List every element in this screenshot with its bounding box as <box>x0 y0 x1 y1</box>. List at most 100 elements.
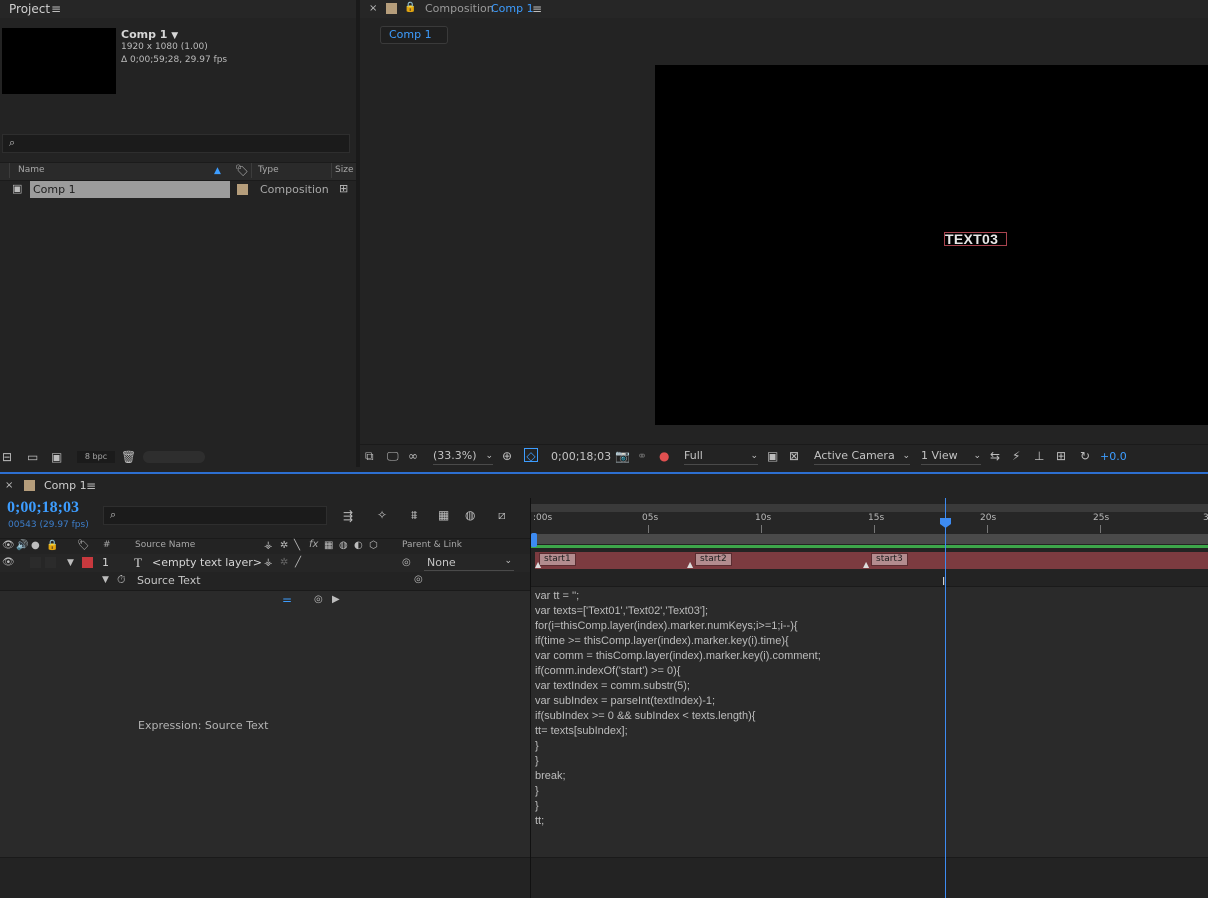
zoom-dropdown[interactable]: (33.3%) ⌄ <box>433 448 493 465</box>
motion-blur-column-icon[interactable]: ◍ <box>339 539 348 553</box>
fast-previews-icon[interactable]: ⚡ <box>1012 449 1020 463</box>
quality-icon[interactable]: ╱ <box>295 556 301 570</box>
solo-toggle[interactable] <box>45 557 56 568</box>
exposure-value[interactable]: +0.0 <box>1100 450 1127 463</box>
chevron-down-icon[interactable]: ▼ <box>102 573 109 587</box>
reset-exposure-icon[interactable]: ↻ <box>1080 449 1090 463</box>
motion-blur-icon[interactable]: ◍ <box>465 508 475 522</box>
resolution-dropdown[interactable]: Full ⌄ <box>684 448 758 465</box>
layer-name[interactable]: <empty text layer> <box>152 556 262 569</box>
project-panel-title[interactable]: Project <box>9 2 50 16</box>
flowchart-icon[interactable]: ⊞ <box>339 182 348 196</box>
toggle-transparency-grid-icon[interactable]: ⊠ <box>789 449 799 463</box>
collapse-icon[interactable]: ✲ <box>280 539 288 553</box>
project-search-input[interactable]: ⌕ <box>2 134 350 153</box>
transparency-grid-icon[interactable]: ◇ <box>524 448 538 463</box>
graph-editor-icon[interactable]: ⧄ <box>498 508 506 522</box>
show-snapshot-icon[interactable]: ⚭ <box>637 449 647 463</box>
monitor-icon[interactable]: 🖵 <box>387 449 399 463</box>
column-type[interactable]: Type <box>258 165 279 175</box>
stopwatch-icon[interactable]: ⏱ <box>117 573 126 587</box>
property-name[interactable]: Source Text <box>137 574 201 587</box>
expression-pick-whip-icon[interactable]: ◎ <box>314 593 323 607</box>
lock-icon[interactable]: 🔒 <box>46 539 58 553</box>
viewer-comp-name[interactable]: Comp 1 <box>491 2 534 15</box>
canvas-text[interactable]: TEXT03 <box>945 231 998 247</box>
camera-dropdown[interactable]: Active Camera ⌄ <box>814 448 910 465</box>
project-scrollbar[interactable] <box>143 451 205 463</box>
camera-snapshot-icon[interactable]: 📷 <box>615 449 630 463</box>
solo-icon[interactable]: ● <box>31 539 40 553</box>
current-time-indicator-line[interactable] <box>945 498 946 898</box>
pick-whip-icon[interactable]: ◎ <box>402 556 411 570</box>
work-area-start-handle[interactable] <box>531 533 537 547</box>
parent-dropdown[interactable]: None ⌄ <box>424 556 514 571</box>
selected-comp-name[interactable]: Comp 1 ▼ <box>121 28 178 41</box>
layer-marker[interactable]: start1 <box>539 553 576 566</box>
timeline-search-input[interactable]: ⌕ <box>103 506 327 525</box>
project-item-row[interactable]: ▣ Comp 1 Composition ⊞ <box>0 181 356 198</box>
layer-marker[interactable]: start2 <box>695 553 732 566</box>
region-of-interest-icon[interactable]: ▣ <box>767 449 778 463</box>
marker-pin-icon[interactable]: ▲ <box>863 558 869 572</box>
label-color-swatch[interactable] <box>237 184 248 195</box>
pick-whip-icon[interactable]: ◎ <box>414 573 423 587</box>
panel-menu-icon[interactable]: ≡ <box>86 479 96 493</box>
close-icon[interactable]: × <box>5 479 13 493</box>
hide-shy-layers-icon[interactable]: ⩩ <box>411 508 417 522</box>
title-action-safe-icon[interactable]: ⊕ <box>502 449 512 463</box>
lock-icon[interactable]: 🔒 <box>404 1 416 15</box>
composition-navigator-bar[interactable] <box>531 534 1208 544</box>
comp-tab-chip[interactable]: Comp 1 <box>380 26 448 44</box>
layer-label-swatch[interactable] <box>82 557 93 568</box>
composition-canvas[interactable] <box>655 65 1208 425</box>
column-parent-link[interactable]: Parent & Link <box>402 540 462 550</box>
shy-icon[interactable]: ⚶ <box>264 539 273 553</box>
comp-mini-flowchart-icon[interactable]: ⇶ <box>343 509 353 523</box>
project-item-name-cell[interactable]: Comp 1 <box>30 181 230 198</box>
column-number[interactable]: # <box>103 540 111 550</box>
time-ruler[interactable]: :00s 05s 10s 15s 20s 25s 3 <box>531 512 1208 534</box>
timeline-tab-label[interactable]: Comp 1 <box>44 479 87 492</box>
column-source-name[interactable]: Source Name <box>135 540 195 550</box>
project-bit-depth[interactable]: 8 bpc <box>77 451 115 463</box>
column-name[interactable]: Name <box>18 165 45 175</box>
eye-icon[interactable]: 👁 <box>2 556 15 570</box>
always-preview-icon[interactable]: ⧉ <box>365 449 374 463</box>
close-icon[interactable]: × <box>369 2 377 16</box>
new-folder-icon[interactable]: ▭ <box>27 450 38 464</box>
source-text-property-row[interactable]: ▼ ⏱ Source Text ◎ <box>0 572 530 588</box>
quality-icon[interactable]: ╲ <box>294 539 300 553</box>
interpret-footage-icon[interactable]: ⊟ <box>2 450 12 464</box>
marker-pin-icon[interactable]: ▲ <box>687 558 693 572</box>
panel-menu-icon[interactable]: ≡ <box>532 2 542 16</box>
frame-blend-column-icon[interactable]: ▦ <box>324 539 333 553</box>
toggle-pixel-aspect-icon[interactable]: ⇆ <box>990 449 1000 463</box>
current-time-display[interactable]: 0;00;18;03 <box>7 499 79 517</box>
speaker-icon[interactable]: 🔊 <box>16 539 28 553</box>
timeline-icon[interactable]: ⊥ <box>1034 449 1044 463</box>
trash-icon[interactable]: 🗑 <box>121 450 136 464</box>
3d-layer-icon[interactable]: ⬡ <box>369 539 378 553</box>
eye-icon[interactable]: 👁 <box>2 539 15 553</box>
draft-3d-icon[interactable]: ✧ <box>377 508 387 522</box>
layer-marker[interactable]: start3 <box>871 553 908 566</box>
audio-toggle[interactable] <box>30 557 41 568</box>
collapse-icon[interactable]: ✲ <box>280 556 288 570</box>
sort-ascending-icon[interactable]: ▲ <box>214 164 221 178</box>
shy-icon[interactable]: ⚶ <box>264 556 273 570</box>
expression-editor[interactable]: var tt = ''; var texts=['Text01','Text02… <box>531 586 1208 858</box>
adjustment-layer-icon[interactable]: ◐ <box>354 539 363 553</box>
chevron-down-icon[interactable]: ▼ <box>67 556 74 570</box>
enable-expression-icon[interactable]: = <box>282 593 292 607</box>
expression-language-menu-icon[interactable]: ▶ <box>332 593 340 607</box>
effects-icon[interactable]: fx <box>309 539 318 550</box>
new-composition-icon[interactable]: ▣ <box>51 450 62 464</box>
channel-rgb-icon[interactable]: ● <box>659 449 669 463</box>
label-tag-icon[interactable]: 🏷 <box>235 164 249 178</box>
chevron-down-icon[interactable]: ▼ <box>171 31 178 41</box>
viewer-timecode[interactable]: 0;00;18;03 <box>551 450 611 463</box>
label-tag-icon[interactable]: 🏷 <box>77 539 90 553</box>
mask-visibility-icon[interactable]: ∞ <box>408 449 418 463</box>
flowchart-icon[interactable]: ⊞ <box>1056 449 1066 463</box>
